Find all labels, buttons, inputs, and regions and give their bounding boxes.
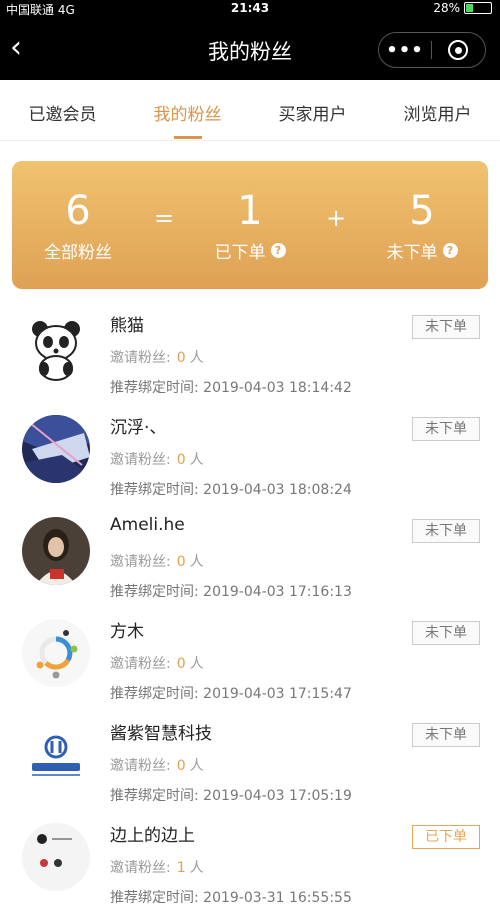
nav-bar: ‹ 我的粉丝 •••: [0, 18, 500, 80]
photo-avatar: [22, 517, 90, 585]
stat-ordered-value: 1: [237, 187, 263, 234]
invite-count: 0: [176, 452, 186, 468]
stat-ordered-label: 已下单: [214, 242, 266, 263]
status-badge: 已下单: [412, 825, 480, 849]
status-badge: 未下单: [412, 519, 480, 543]
tab-my-fans[interactable]: 我的粉丝: [125, 80, 250, 140]
bind-label: 推荐绑定时间:: [110, 686, 199, 702]
invite-label: 邀请粉丝:: [110, 758, 171, 774]
tab-buyers[interactable]: 买家用户: [250, 80, 375, 140]
list-item[interactable]: 酱紫智慧科技 邀请粉丝: 0 人 推荐绑定时间: 2019-04-03 17:05:…: [0, 709, 500, 811]
panda-avatar: [22, 313, 90, 381]
bind-time: 2019-04-03 18:08:24: [203, 482, 352, 498]
stat-total-value: 6: [65, 187, 91, 234]
landscape-avatar: [22, 415, 90, 483]
bind-label: 推荐绑定时间:: [110, 380, 199, 396]
bind-label: 推荐绑定时间:: [110, 890, 199, 906]
stat-total: 6 全部粉丝: [12, 188, 144, 263]
invite-count: 1: [176, 860, 186, 876]
stat-ordered: 1 已下单?: [184, 188, 316, 263]
stat-total-label: 全部粉丝: [44, 242, 112, 263]
list-item[interactable]: 熊猫 邀请粉丝: 0 人 推荐绑定时间: 2019-04-03 18:14:42 未…: [0, 301, 500, 403]
bind-time: 2019-04-03 17:05:19: [203, 788, 352, 804]
bind-time: 2019-04-03 17:16:13: [203, 584, 352, 600]
fan-name: 方木: [110, 622, 144, 642]
fan-name: 酱紫智慧科技: [110, 724, 212, 744]
fan-name: Ameli.he: [110, 515, 185, 535]
equals-sign: =: [153, 204, 175, 232]
status-badge: 未下单: [412, 621, 480, 645]
tab-visitors[interactable]: 浏览用户: [375, 80, 500, 140]
invite-label: 邀请粉丝:: [110, 554, 171, 570]
battery-icon: [464, 2, 492, 14]
invite-unit: 人: [189, 554, 204, 570]
help-icon[interactable]: ?: [270, 242, 286, 258]
bind-label: 推荐绑定时间:: [110, 482, 199, 498]
stat-not-ordered-value: 5: [409, 187, 435, 234]
battery-percent: 28%: [433, 1, 460, 15]
invite-label: 邀请粉丝:: [110, 656, 171, 672]
more-dots-icon[interactable]: •••: [379, 40, 431, 61]
invite-label: 邀请粉丝:: [110, 350, 171, 366]
plus-sign: +: [325, 204, 347, 232]
bind-time: 2019-04-03 17:15:47: [203, 686, 352, 702]
fan-list: 熊猫 邀请粉丝: 0 人 推荐绑定时间: 2019-04-03 18:14:42 未…: [0, 301, 500, 913]
invite-unit: 人: [189, 860, 204, 876]
status-badge: 未下单: [412, 723, 480, 747]
invite-unit: 人: [189, 452, 204, 468]
bind-label: 推荐绑定时间:: [110, 584, 199, 600]
fan-name: 熊猫: [110, 316, 144, 336]
bind-label: 推荐绑定时间:: [110, 788, 199, 804]
fan-name: 沉浮·、: [110, 418, 167, 438]
help-icon[interactable]: ?: [442, 242, 458, 258]
sketch-avatar: [22, 823, 90, 891]
status-bar: 中国联通 4G 21:43 28%: [0, 0, 500, 18]
tab-bar: 已邀会员 我的粉丝 买家用户 浏览用户: [0, 80, 500, 141]
invite-count: 0: [176, 758, 186, 774]
stat-not-ordered: 5 未下单?: [356, 188, 488, 263]
mini-program-capsule: •••: [378, 32, 486, 68]
invite-label: 邀请粉丝:: [110, 452, 171, 468]
company-logo-avatar: [22, 721, 90, 789]
list-item[interactable]: 方木 邀请粉丝: 0 人 推荐绑定时间: 2019-04-03 17:15:47 未…: [0, 607, 500, 709]
invite-unit: 人: [189, 350, 204, 366]
bind-time: 2019-03-31 16:55:55: [203, 890, 352, 906]
target-icon[interactable]: [432, 40, 484, 60]
fan-name: 边上的边上: [110, 826, 195, 846]
invite-count: 0: [176, 350, 186, 366]
invite-label: 邀请粉丝:: [110, 860, 171, 876]
circle-logo-avatar: [22, 619, 90, 687]
invite-count: 0: [176, 554, 186, 570]
list-item[interactable]: Ameli.he 邀请粉丝: 0 人 推荐绑定时间: 2019-04-03 17:1…: [0, 505, 500, 607]
clock: 21:43: [230, 1, 270, 15]
invite-unit: 人: [189, 758, 204, 774]
invite-count: 0: [176, 656, 186, 672]
list-item[interactable]: 沉浮·、 邀请粉丝: 0 人 推荐绑定时间: 2019-04-03 18:08:24…: [0, 403, 500, 505]
status-badge: 未下单: [412, 417, 480, 441]
tab-invited-members[interactable]: 已邀会员: [0, 80, 125, 140]
status-badge: 未下单: [412, 315, 480, 339]
stat-not-ordered-label: 未下单: [386, 242, 438, 263]
bind-time: 2019-04-03 18:14:42: [203, 380, 352, 396]
fan-summary-card: 6 全部粉丝 = 1 已下单? + 5 未下单?: [12, 161, 488, 289]
invite-unit: 人: [189, 656, 204, 672]
list-item[interactable]: 边上的边上 邀请粉丝: 1 人 推荐绑定时间: 2019-03-31 16:55:5…: [0, 811, 500, 913]
